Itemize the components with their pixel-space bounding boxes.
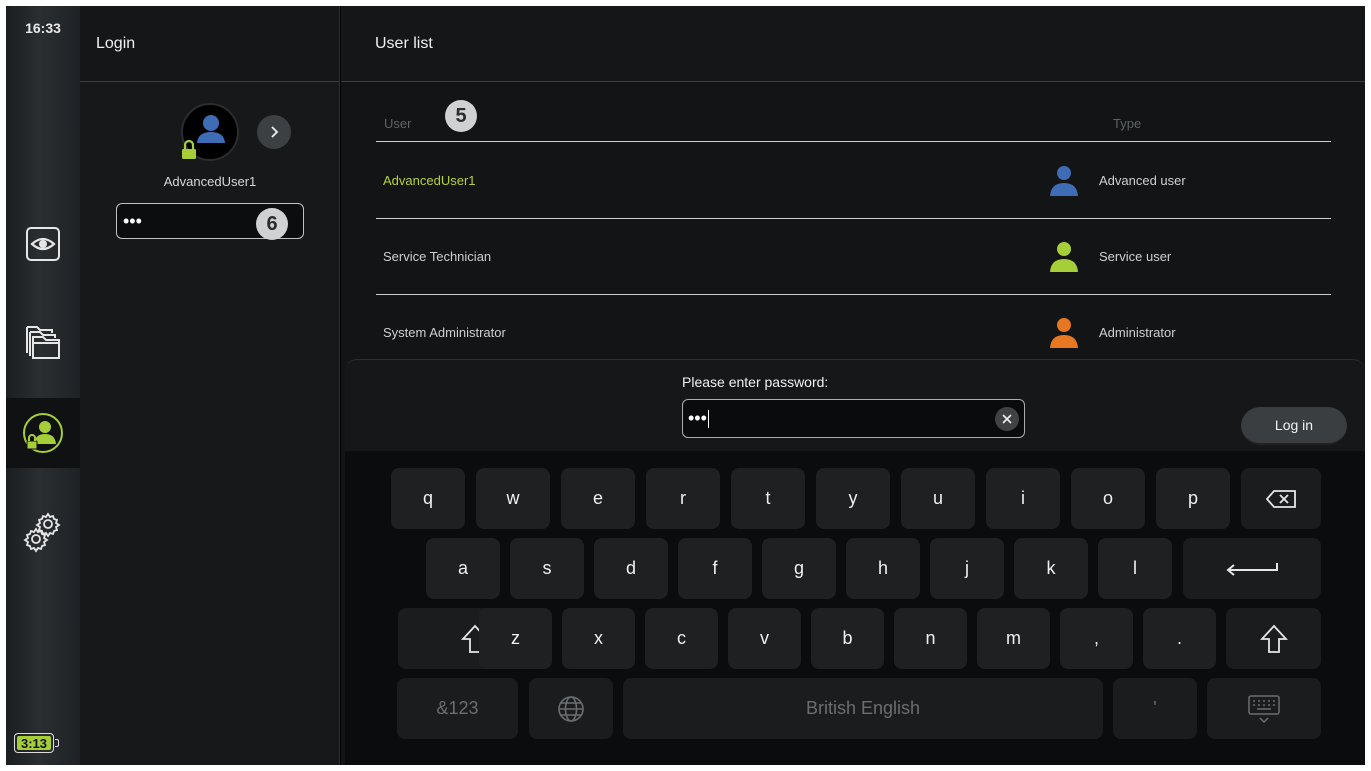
- clear-password-button[interactable]: [995, 407, 1019, 431]
- key-n[interactable]: n: [894, 608, 967, 669]
- key-y[interactable]: y: [816, 468, 890, 529]
- eye-icon: [26, 227, 60, 261]
- administrator-icon: [1050, 318, 1078, 348]
- keyboard-hide-icon: [1248, 694, 1280, 723]
- key-w[interactable]: w: [476, 468, 550, 529]
- battery-time: 3:13: [17, 736, 51, 751]
- backspace-key[interactable]: [1241, 468, 1321, 529]
- archive-button[interactable]: [6, 306, 80, 376]
- live-view-button[interactable]: [6, 209, 80, 279]
- key-r[interactable]: r: [646, 468, 720, 529]
- login-title: Login: [80, 6, 339, 82]
- login-nav-button[interactable]: [6, 398, 80, 468]
- advanced-user-icon: [1050, 166, 1078, 196]
- device-screen: 16:33 3:13 Login AdvancedUser1 ••• 6 Use…: [6, 6, 1365, 765]
- chevron-right-icon: [271, 126, 279, 138]
- callout-6: 6: [256, 208, 288, 240]
- user-list-title: User list: [341, 6, 1365, 82]
- user-lock-icon: [23, 413, 63, 453]
- user-name: AdvancedUser1: [383, 173, 476, 188]
- language-key[interactable]: [529, 678, 613, 739]
- column-user: User: [384, 116, 412, 131]
- key-i[interactable]: i: [986, 468, 1060, 529]
- key-j[interactable]: j: [930, 538, 1004, 599]
- shift-icon: [1259, 624, 1288, 653]
- nav-rail: 16:33 3:13: [6, 6, 80, 765]
- user-name: Service Technician: [383, 249, 492, 264]
- service-user-icon: [1050, 242, 1078, 272]
- login-button[interactable]: Log in: [1241, 407, 1347, 445]
- key-o[interactable]: o: [1071, 468, 1145, 529]
- key-f[interactable]: f: [678, 538, 752, 599]
- folders-icon: [26, 326, 60, 359]
- symbols-key[interactable]: &123: [397, 678, 518, 739]
- column-type: Type: [1113, 116, 1142, 131]
- battery-indicator: 3:13: [14, 733, 59, 753]
- key-p[interactable]: p: [1156, 468, 1230, 529]
- user-avatar-icon: [182, 115, 225, 159]
- key-comma[interactable]: ,: [1060, 608, 1133, 669]
- key-g[interactable]: g: [762, 538, 836, 599]
- login-password-value: •••: [123, 210, 142, 231]
- key-c[interactable]: c: [645, 608, 718, 669]
- key-period[interactable]: .: [1143, 608, 1216, 669]
- key-z[interactable]: z: [479, 608, 552, 669]
- shift-right-key[interactable]: [1226, 608, 1321, 669]
- user-list-header: User 5 Type: [376, 82, 1331, 142]
- space-key[interactable]: British English: [623, 678, 1103, 739]
- key-q[interactable]: q: [391, 468, 465, 529]
- enter-key[interactable]: [1183, 538, 1321, 599]
- next-user-button[interactable]: [257, 115, 291, 149]
- key-d[interactable]: d: [594, 538, 668, 599]
- user-type: Advanced user: [1099, 173, 1186, 188]
- clock: 16:33: [25, 20, 61, 36]
- key-v[interactable]: v: [728, 608, 801, 669]
- keyboard-overlay: Please enter password: ••• Log in q w e …: [345, 359, 1365, 765]
- user-row[interactable]: Service Technician Service user: [376, 219, 1331, 295]
- user-row[interactable]: AdvancedUser1 Advanced user: [376, 143, 1331, 219]
- text-caret: [707, 409, 709, 428]
- login-avatar: [181, 103, 239, 161]
- user-type: Service user: [1099, 249, 1172, 264]
- key-u[interactable]: u: [901, 468, 975, 529]
- user-name: System Administrator: [383, 325, 506, 340]
- password-input-value: •••: [688, 408, 707, 428]
- hide-keyboard-key[interactable]: [1207, 678, 1321, 739]
- key-h[interactable]: h: [846, 538, 920, 599]
- settings-button[interactable]: [6, 496, 80, 566]
- battery-tip: [55, 739, 59, 747]
- keyboard-input-bar: Please enter password: ••• Log in: [345, 359, 1365, 451]
- close-icon: [1002, 414, 1012, 424]
- password-input[interactable]: •••: [682, 399, 1025, 438]
- key-s[interactable]: s: [510, 538, 584, 599]
- globe-icon: [558, 695, 584, 722]
- key-x[interactable]: x: [562, 608, 635, 669]
- key-b[interactable]: b: [811, 608, 884, 669]
- key-a[interactable]: a: [426, 538, 500, 599]
- key-e[interactable]: e: [561, 468, 635, 529]
- key-k[interactable]: k: [1014, 538, 1088, 599]
- login-panel: Login AdvancedUser1 ••• 6: [80, 6, 340, 765]
- key-apostrophe[interactable]: ': [1113, 678, 1197, 739]
- key-t[interactable]: t: [731, 468, 805, 529]
- login-username: AdvancedUser1: [163, 174, 257, 189]
- password-prompt: Please enter password:: [682, 374, 829, 390]
- callout-5: 5: [445, 100, 477, 132]
- enter-arrow-icon: [1226, 562, 1278, 576]
- gears-icon: [23, 512, 61, 553]
- key-l[interactable]: l: [1098, 538, 1172, 599]
- backspace-icon: [1265, 489, 1296, 508]
- key-m[interactable]: m: [977, 608, 1050, 669]
- user-type: Administrator: [1099, 325, 1176, 340]
